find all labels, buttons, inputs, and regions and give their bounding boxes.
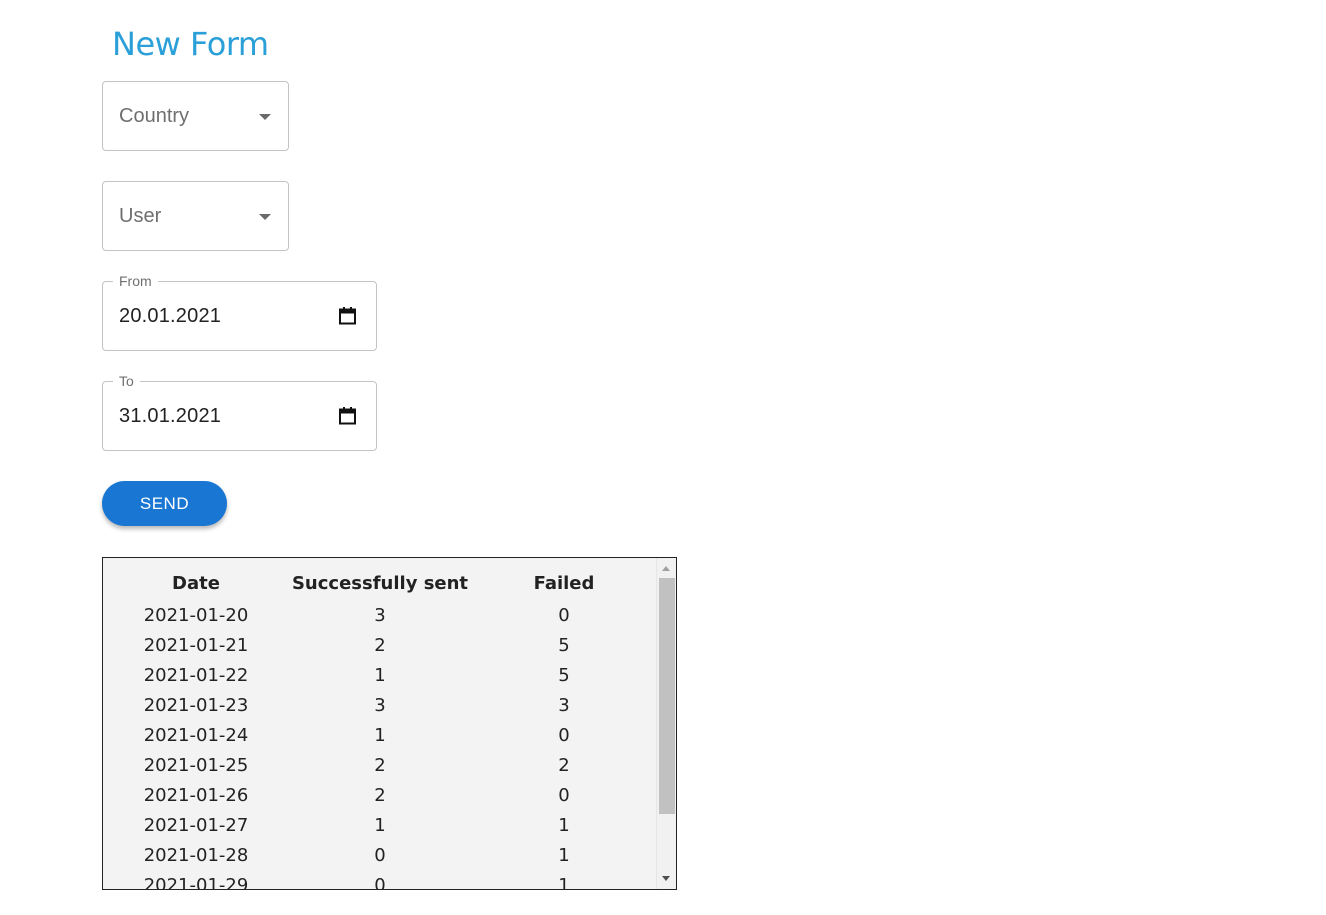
failed-cell: 0	[558, 784, 570, 806]
table-row: 2021-01-21 2 5	[106, 630, 654, 660]
send-button[interactable]: SEND	[102, 481, 227, 526]
table-row: 2021-01-29 0 1	[106, 870, 654, 890]
successfully-sent-cell: 2	[374, 784, 386, 806]
successfully-sent-cell: 0	[374, 844, 386, 866]
results-table: Date Successfully sent Failed 2021-01-20…	[106, 570, 654, 890]
date-cell: 2021-01-28	[143, 844, 249, 866]
table-row: 2021-01-25 2 2	[106, 750, 654, 780]
successfully-sent-cell: 1	[374, 664, 386, 686]
table-row: 2021-01-26 2 0	[106, 780, 654, 810]
country-select[interactable]: Country	[102, 81, 289, 151]
vertical-scrollbar[interactable]	[656, 558, 676, 889]
successfully-sent-cell: 2	[374, 754, 386, 776]
successfully-sent-cell: 3	[374, 604, 386, 626]
calendar-icon[interactable]	[339, 307, 356, 325]
date-cell: 2021-01-21	[143, 634, 249, 656]
chevron-down-icon[interactable]	[259, 114, 271, 120]
table-row: 2021-01-23 3 3	[106, 690, 654, 720]
date-cell: 2021-01-20	[143, 604, 249, 626]
country-select-placeholder: Country	[119, 105, 190, 127]
results-table-viewport: Date Successfully sent Failed 2021-01-20…	[103, 558, 658, 890]
date-cell: 2021-01-26	[143, 784, 249, 806]
successfully-sent-cell: 1	[374, 724, 386, 746]
table-row: 2021-01-24 1 0	[106, 720, 654, 750]
date-cell: 2021-01-27	[143, 814, 249, 836]
failed-cell: 1	[558, 844, 570, 866]
user-select[interactable]: User	[102, 181, 289, 251]
table-row: 2021-01-27 1 1	[106, 810, 654, 840]
successfully-sent-cell: 2	[374, 634, 386, 656]
page-title: New Form	[112, 25, 269, 63]
chevron-down-icon[interactable]	[259, 214, 271, 220]
calendar-icon[interactable]	[339, 407, 356, 425]
scroll-up-arrow-icon[interactable]	[662, 566, 670, 571]
from-date-value[interactable]: 20.01.2021	[119, 304, 221, 328]
from-date-field[interactable]: From 20.01.2021	[102, 273, 377, 351]
table-row: 2021-01-22 1 5	[106, 660, 654, 690]
successfully-sent-cell: 3	[374, 694, 386, 716]
failed-cell: 0	[558, 724, 570, 746]
failed-cell: 2	[558, 754, 570, 776]
results-table-container: Date Successfully sent Failed 2021-01-20…	[102, 557, 677, 890]
failed-cell: 3	[558, 694, 570, 716]
successfully-sent-cell: 1	[374, 814, 386, 836]
failed-cell: 1	[558, 874, 570, 890]
column-header-date: Date	[172, 572, 220, 594]
failed-cell: 0	[558, 604, 570, 626]
table-row: 2021-01-20 3 0	[106, 600, 654, 630]
user-select-placeholder: User	[119, 205, 162, 227]
from-date-label: From	[113, 273, 158, 289]
date-cell: 2021-01-24	[143, 724, 249, 746]
scroll-down-arrow-icon[interactable]	[662, 876, 670, 881]
table-row: 2021-01-28 0 1	[106, 840, 654, 870]
date-cell: 2021-01-23	[143, 694, 249, 716]
failed-cell: 5	[558, 664, 570, 686]
scrollbar-thumb[interactable]	[659, 578, 675, 814]
failed-cell: 1	[558, 814, 570, 836]
column-header-failed: Failed	[533, 572, 595, 594]
table-header-row: Date Successfully sent Failed	[106, 570, 654, 600]
failed-cell: 5	[558, 634, 570, 656]
date-cell: 2021-01-25	[143, 754, 249, 776]
date-cell: 2021-01-29	[143, 874, 249, 890]
column-header-successfully-sent: Successfully sent	[291, 572, 469, 594]
to-date-value[interactable]: 31.01.2021	[119, 404, 221, 428]
successfully-sent-cell: 0	[374, 874, 386, 890]
to-date-field[interactable]: To 31.01.2021	[102, 373, 377, 451]
date-cell: 2021-01-22	[143, 664, 249, 686]
to-date-label: To	[113, 373, 140, 389]
